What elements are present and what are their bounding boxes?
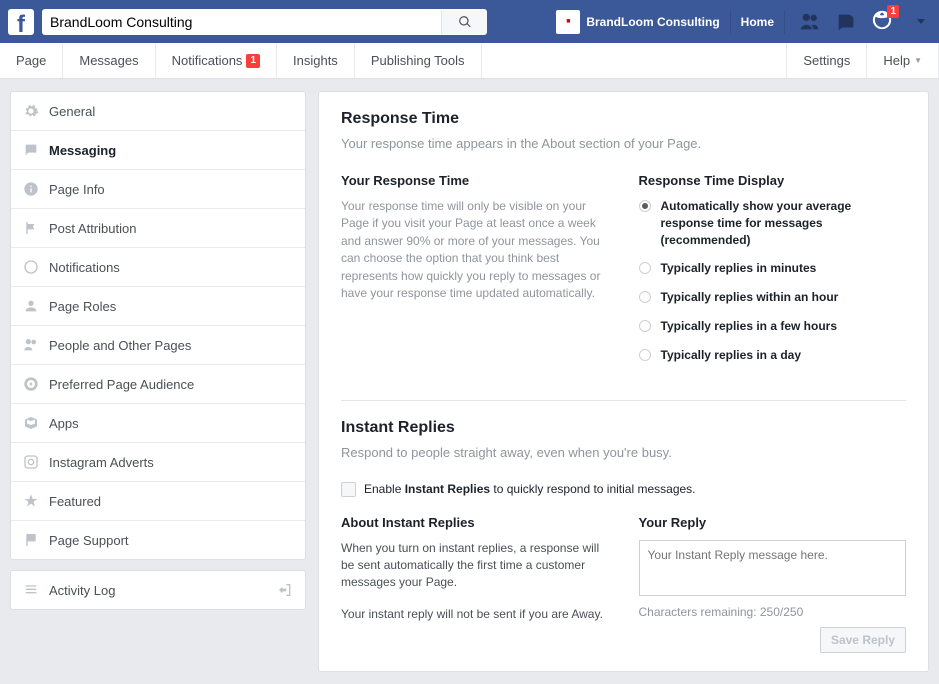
notification-badge: 1 <box>887 5 899 18</box>
tab-settings[interactable]: Settings <box>786 43 866 78</box>
save-reply-button[interactable]: Save Reply <box>820 627 906 653</box>
tab-insights[interactable]: Insights <box>277 43 355 78</box>
col-response-display: Response Time Display Automatically show… <box>639 173 907 376</box>
sidebar-item-featured[interactable]: Featured <box>11 482 305 521</box>
radio-hour[interactable]: Typically replies within an hour <box>639 289 907 306</box>
search-button[interactable] <box>441 10 487 34</box>
page-chip[interactable]: ■ BrandLoom Consulting <box>550 8 725 36</box>
exit-icon <box>277 582 293 598</box>
list-icon <box>23 582 39 598</box>
topbar-right: ■ BrandLoom Consulting Home 1 <box>550 8 931 36</box>
sidebar-item-instagram[interactable]: Instagram Adverts <box>11 443 305 482</box>
sidebar-item-general[interactable]: General <box>11 92 305 131</box>
star-icon <box>23 493 39 509</box>
sidebar-menu: General Messaging Page Info Post Attribu… <box>10 91 306 560</box>
section-title-instant-replies: Instant Replies <box>341 419 906 437</box>
content: Response Time Your response time appears… <box>318 91 929 672</box>
tab-messages[interactable]: Messages <box>63 43 155 78</box>
about-instant-note: Your instant reply will not be sent if y… <box>341 606 609 623</box>
about-instant-title: About Instant Replies <box>341 515 609 530</box>
search-wrap <box>42 9 487 35</box>
sidebar-activity-card: Activity Log <box>10 570 306 610</box>
sidebar-item-activity-log[interactable]: Activity Log <box>11 571 305 609</box>
tab-notifications[interactable]: Notifications1 <box>156 43 277 78</box>
radio-icon <box>639 349 651 361</box>
sidebar-item-notifications[interactable]: Notifications <box>11 248 305 287</box>
friend-requests-icon[interactable] <box>799 11 821 33</box>
sidebar-item-roles[interactable]: Page Roles <box>11 287 305 326</box>
checkbox-enable-instant[interactable] <box>341 482 356 497</box>
radio-day[interactable]: Typically replies in a day <box>639 347 907 364</box>
radio-auto[interactable]: Automatically show your average response… <box>639 198 907 248</box>
facebook-logo[interactable]: f <box>8 9 34 35</box>
target-icon <box>23 376 39 392</box>
tab-publishing[interactable]: Publishing Tools <box>355 43 482 78</box>
your-response-time-text: Your response time will only be visible … <box>341 198 609 302</box>
flag-icon <box>23 532 39 548</box>
instagram-icon <box>23 454 39 470</box>
col-your-reply: Your Reply Characters remaining: 250/250… <box>639 515 907 653</box>
gear-icon <box>23 103 39 119</box>
col-about-instant: About Instant Replies When you turn on i… <box>341 515 609 653</box>
home-link[interactable]: Home <box>730 10 785 34</box>
search-icon <box>458 15 472 29</box>
tab-notif-count: 1 <box>246 54 260 68</box>
chevron-down-icon: ▼ <box>914 56 922 65</box>
enable-text: Enable Instant Replies to quickly respon… <box>364 482 696 496</box>
section-subtitle-response-time: Your response time appears in the About … <box>341 136 906 151</box>
radio-minutes[interactable]: Typically replies in minutes <box>639 260 907 277</box>
section-subtitle-instant-replies: Respond to people straight away, even wh… <box>341 445 906 460</box>
radio-icon <box>639 262 651 274</box>
radio-icon <box>639 320 651 332</box>
your-reply-title: Your Reply <box>639 515 907 530</box>
box-icon <box>23 415 39 431</box>
col-your-response-time: Your Response Time Your response time wi… <box>341 173 609 376</box>
chars-remaining: Characters remaining: 250/250 <box>639 605 907 619</box>
response-display-title: Response Time Display <box>639 173 907 188</box>
messages-icon[interactable] <box>835 11 857 33</box>
section-title-response-time: Response Time <box>341 110 906 128</box>
about-instant-text: When you turn on instant replies, a resp… <box>341 540 609 592</box>
sidebar-item-apps[interactable]: Apps <box>11 404 305 443</box>
radio-icon <box>639 200 651 212</box>
people-icon <box>23 337 39 353</box>
instant-reply-textarea[interactable] <box>639 540 907 596</box>
separator <box>341 400 906 401</box>
flag-icon <box>23 220 39 236</box>
notifications-icon-wrap[interactable]: 1 <box>871 9 893 34</box>
sidebar-item-support[interactable]: Page Support <box>11 521 305 559</box>
your-response-time-title: Your Response Time <box>341 173 609 188</box>
sidebar-item-messaging[interactable]: Messaging <box>11 131 305 170</box>
radio-few-hours[interactable]: Typically replies in a few hours <box>639 318 907 335</box>
chat-icon <box>23 142 39 158</box>
sidebar-item-attribution[interactable]: Post Attribution <box>11 209 305 248</box>
globe-icon <box>23 259 39 275</box>
person-icon <box>23 298 39 314</box>
sidebar-item-audience[interactable]: Preferred Page Audience <box>11 365 305 404</box>
enable-instant-replies-row[interactable]: Enable Instant Replies to quickly respon… <box>341 482 906 497</box>
sidebar-item-pageinfo[interactable]: Page Info <box>11 170 305 209</box>
radio-icon <box>639 291 651 303</box>
search-input[interactable] <box>42 9 441 35</box>
sidebar-item-people[interactable]: People and Other Pages <box>11 326 305 365</box>
page-name: BrandLoom Consulting <box>586 15 719 29</box>
info-icon <box>23 181 39 197</box>
sidebar: General Messaging Page Info Post Attribu… <box>10 91 306 672</box>
avatar: ■ <box>556 10 580 34</box>
main: General Messaging Page Info Post Attribu… <box>0 79 939 684</box>
tabbar: Page Messages Notifications1 Insights Pu… <box>0 43 939 79</box>
nav-icons: 1 <box>789 9 903 34</box>
tab-help[interactable]: Help ▼ <box>866 43 939 78</box>
account-menu-caret[interactable] <box>917 19 925 24</box>
topbar: f ■ BrandLoom Consulting Home 1 <box>0 0 939 43</box>
tab-page[interactable]: Page <box>0 43 63 78</box>
